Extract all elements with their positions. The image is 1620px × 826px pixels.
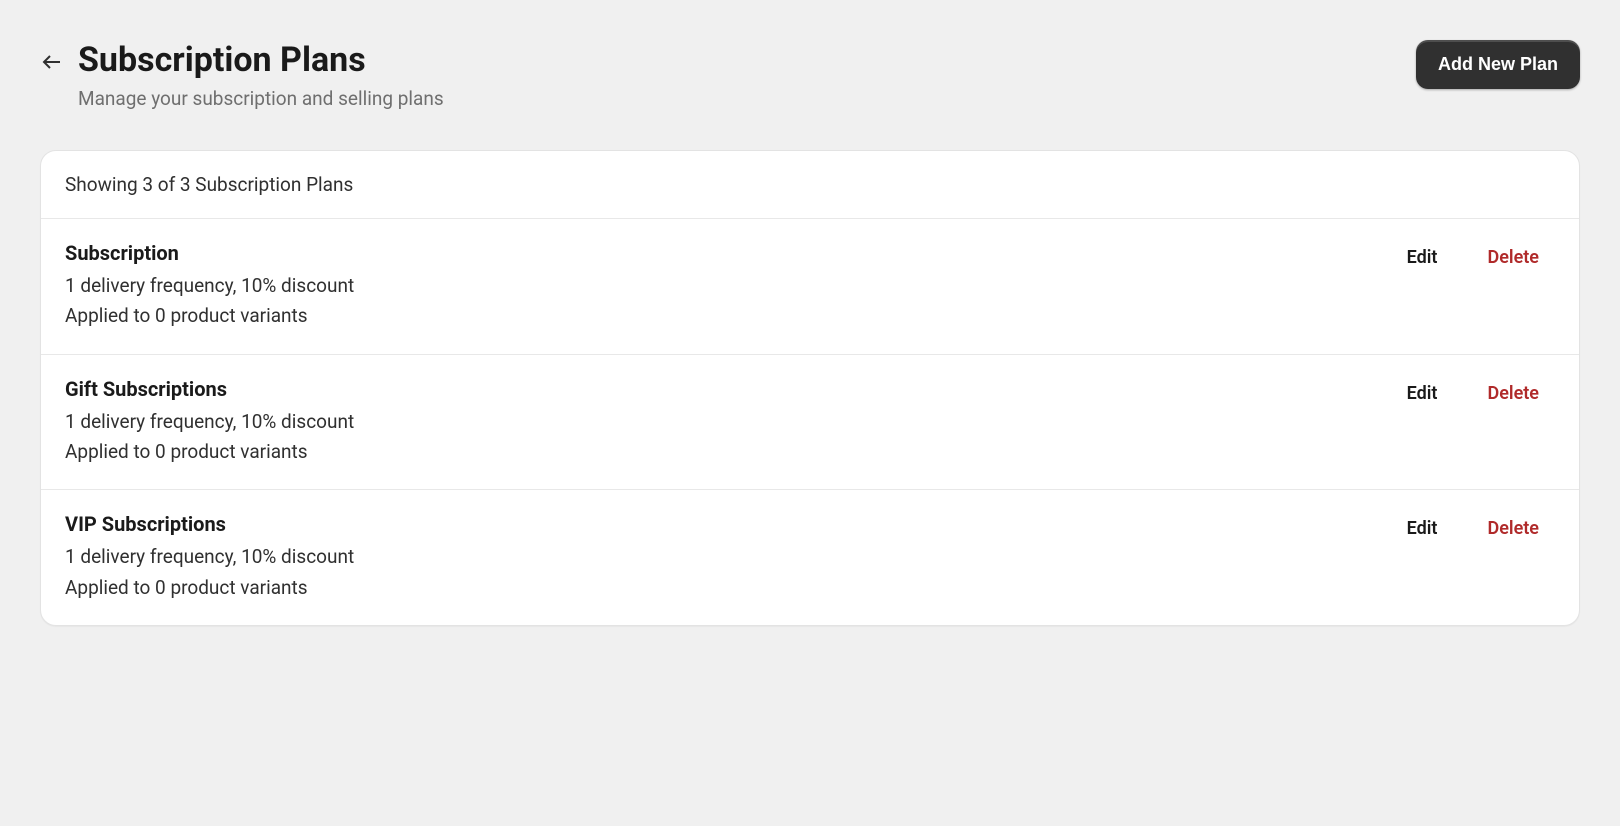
plans-card: Showing 3 of 3 Subscription Plans Subscr… [40,150,1580,626]
plan-frequency-discount: 1 delivery frequency, 10% discount [65,542,354,572]
title-block: Subscription Plans Manage your subscript… [78,40,444,110]
plan-variant-count: Applied to 0 product variants [65,437,354,467]
plan-name: Subscription [65,241,354,265]
plan-frequency-discount: 1 delivery frequency, 10% discount [65,271,354,301]
plan-frequency-discount: 1 delivery frequency, 10% discount [65,407,354,437]
plan-name: Gift Subscriptions [65,377,354,401]
edit-button[interactable]: Edit [1407,518,1438,539]
plan-row: Subscription 1 delivery frequency, 10% d… [41,219,1579,355]
plan-actions: Edit Delete [1407,512,1539,539]
plan-info: VIP Subscriptions 1 delivery frequency, … [65,512,354,603]
page-header: Subscription Plans Manage your subscript… [40,40,1580,110]
plan-info: Subscription 1 delivery frequency, 10% d… [65,241,354,332]
page-title: Subscription Plans [78,40,444,81]
add-new-plan-button[interactable]: Add New Plan [1416,40,1580,89]
delete-button[interactable]: Delete [1487,518,1539,539]
plan-row: VIP Subscriptions 1 delivery frequency, … [41,490,1579,625]
plans-summary: Showing 3 of 3 Subscription Plans [41,151,1579,219]
plan-row: Gift Subscriptions 1 delivery frequency,… [41,355,1579,491]
edit-button[interactable]: Edit [1407,383,1438,404]
plan-variant-count: Applied to 0 product variants [65,573,354,603]
plan-variant-count: Applied to 0 product variants [65,301,354,331]
delete-button[interactable]: Delete [1487,383,1539,404]
plan-info: Gift Subscriptions 1 delivery frequency,… [65,377,354,468]
plan-actions: Edit Delete [1407,377,1539,404]
edit-button[interactable]: Edit [1407,247,1438,268]
plan-actions: Edit Delete [1407,241,1539,268]
delete-button[interactable]: Delete [1487,247,1539,268]
plan-name: VIP Subscriptions [65,512,354,536]
header-left: Subscription Plans Manage your subscript… [40,40,444,110]
back-arrow-icon[interactable] [40,50,64,74]
page-subtitle: Manage your subscription and selling pla… [78,87,444,110]
